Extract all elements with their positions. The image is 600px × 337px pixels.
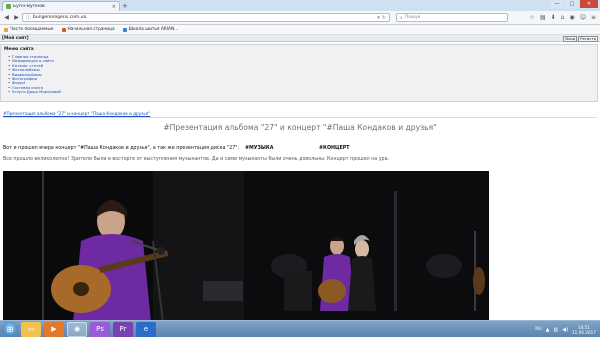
start-button[interactable]: ⊞ — [2, 321, 18, 337]
menu-list: Главная страница Информация о сайте Ката… — [4, 54, 594, 95]
bookmark-label: Школа шитья ARIAN... — [128, 27, 179, 32]
menu-icon[interactable]: ≡ — [591, 14, 596, 21]
tray-arrow-icon[interactable]: ▲ — [546, 327, 550, 333]
toolbar-icons: ☆ ▤ ⬇ ⌂ ◉ ☺ ≡ — [530, 14, 596, 21]
star-icon[interactable]: ☆ — [530, 14, 535, 21]
browser-titlebar: Бугін-Вугінов × + — □ ✕ — [0, 0, 600, 11]
url-text: bungenorogens.com.ua — [33, 15, 375, 20]
search-bar[interactable]: ⌕ Пошук — [396, 13, 508, 22]
bookmark-item[interactable]: Школа шитья ARIAN... — [122, 27, 179, 32]
login-button[interactable]: Вход — [563, 36, 578, 42]
new-tab-button[interactable]: + — [122, 2, 128, 10]
explorer-icon[interactable]: ▭ — [21, 321, 41, 337]
topbar-buttons: Вход Регистр — [563, 36, 598, 42]
divider — [3, 117, 597, 118]
pocket-icon[interactable]: ◉ — [569, 14, 574, 21]
volume-icon[interactable]: ◀) — [562, 327, 568, 333]
register-button[interactable]: Регистр — [578, 36, 598, 42]
back-arrow-icon[interactable]: ◀ — [3, 14, 10, 21]
bookmark-label: Начальная страница — [67, 27, 115, 32]
tag-music[interactable]: #МУЗЫКА — [245, 146, 274, 151]
language-indicator[interactable]: RU — [535, 327, 541, 332]
photoshop-icon[interactable]: Ps — [90, 321, 110, 337]
network-icon[interactable]: ▥ — [553, 327, 558, 333]
firefox-icon — [61, 27, 66, 32]
bookmark-item[interactable]: Начальная страница — [61, 27, 115, 32]
bookmark-item[interactable]: Часто посещаемые — [4, 27, 54, 32]
media-player-icon[interactable]: ▶ — [44, 321, 64, 337]
guitarist-image — [3, 171, 248, 320]
clock[interactable]: 14:51 11.06.2017 — [572, 325, 596, 335]
site-topbar: [Мой сайт] Вход Регистр — [0, 35, 600, 42]
premiere-icon[interactable]: Pr — [113, 321, 133, 337]
post-body: Все прошло великолепно! Зрители были в в… — [3, 157, 390, 162]
bookmark-icon — [122, 27, 127, 32]
dropdown-icon[interactable]: ▾ — [377, 15, 380, 21]
duo-image — [244, 171, 489, 320]
ie-icon[interactable]: e — [136, 321, 156, 337]
search-icon: ⌕ — [400, 14, 403, 21]
clock-date: 11.06.2017 — [572, 329, 596, 335]
maximize-button[interactable]: □ — [565, 0, 579, 8]
smiley-icon[interactable]: ☺ — [580, 14, 586, 21]
close-window-button[interactable]: ✕ — [580, 0, 598, 8]
post-title: #Презентация альбома "27" и концерт "#Па… — [163, 123, 437, 132]
concert-photo-guitarist[interactable] — [3, 171, 248, 320]
firefox-taskbar-icon[interactable]: ◉ — [67, 321, 87, 337]
minimize-button[interactable]: — — [550, 0, 564, 8]
bookmarks-bar: Часто посещаемые Начальная страница Школ… — [0, 25, 600, 35]
taskbar: ⊞ ▭ ▶ ◉ Ps Pr e RU ▲ ▥ ◀) 14:51 11.06.20… — [0, 320, 600, 337]
navigation-bar: ◀ ▶ ⓘ bungenorogens.com.ua ▾ ↻ ⌕ Пошук ☆… — [0, 11, 600, 25]
url-domain: bungenorogens.com.ua — [33, 15, 87, 20]
bookmark-label: Часто посещаемые — [10, 27, 54, 32]
breadcrumb[interactable]: #Презентация альбома "27" и концерт "Паш… — [3, 111, 150, 116]
download-icon[interactable]: ⬇ — [551, 14, 556, 21]
reload-icon[interactable]: ↻ — [382, 15, 386, 21]
site-menu: Меню сайта Главная страница Информация о… — [0, 44, 598, 102]
concert-photo-duo[interactable] — [244, 171, 489, 320]
home-icon[interactable]: ⌂ — [561, 14, 565, 21]
system-tray: RU ▲ ▥ ◀) 14:51 11.06.2017 — [535, 322, 596, 337]
favicon-icon — [6, 4, 11, 9]
post-lead: Вот и прошел вчера концерт "#Паша Кондак… — [3, 146, 239, 151]
clipboard-icon[interactable]: ▤ — [540, 14, 546, 21]
browser-tab[interactable]: Бугін-Вугінов × — [2, 1, 120, 11]
menu-item-services[interactable]: Услуги Даши Морозовой — [8, 89, 594, 95]
window-controls: — □ ✕ — [550, 0, 598, 8]
search-placeholder: Пошук — [404, 15, 421, 20]
page-content: [Мой сайт] Вход Регистр Меню сайта Главн… — [0, 35, 600, 320]
close-tab-icon[interactable]: × — [112, 4, 116, 10]
forward-arrow-icon[interactable]: ▶ — [13, 14, 20, 21]
address-bar[interactable]: ⓘ bungenorogens.com.ua ▾ ↻ — [22, 13, 390, 22]
tag-concert[interactable]: #КОНЦЕРТ — [319, 146, 350, 151]
site-title: [Мой сайт] — [2, 35, 29, 41]
tab-title: Бугін-Вугінов — [13, 4, 45, 9]
bookmark-icon — [4, 27, 8, 32]
info-icon[interactable]: ⓘ — [26, 14, 31, 21]
menu-title: Меню сайта — [4, 47, 34, 52]
